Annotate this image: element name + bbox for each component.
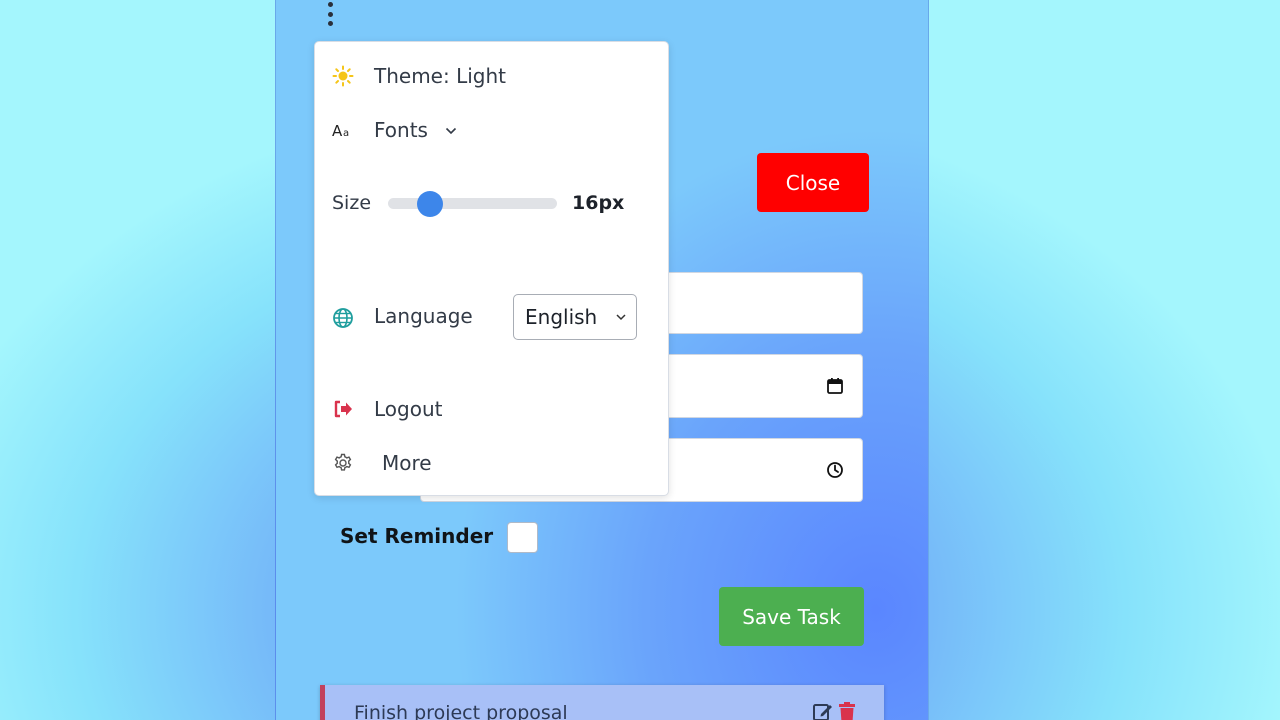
menu-item-more[interactable]: More: [315, 441, 668, 485]
menu-item-logout[interactable]: Logout: [315, 387, 668, 431]
font-size-slider-track[interactable]: [388, 198, 557, 209]
logout-icon: [334, 400, 352, 418]
chevron-down-icon: [616, 314, 626, 321]
menu-item-theme[interactable]: Theme: Light: [315, 54, 668, 98]
gear-icon: [334, 453, 352, 471]
edit-icon[interactable]: [812, 701, 834, 720]
menu-item-theme-label: Theme: Light: [374, 64, 506, 88]
globe-icon: [333, 308, 353, 328]
font-size-slider-thumb[interactable]: [417, 191, 444, 217]
task-title: Finish project proposal: [354, 702, 568, 720]
menu-item-language-label: Language: [374, 304, 473, 328]
trash-icon[interactable]: [836, 701, 858, 720]
calendar-icon[interactable]: [826, 377, 844, 395]
set-reminder-label: Set Reminder: [340, 524, 494, 548]
sun-icon: [332, 65, 354, 87]
save-task-button[interactable]: Save Task: [719, 587, 864, 646]
font-size-value: 16px: [572, 192, 625, 214]
menu-item-fonts[interactable]: A a Fonts: [315, 108, 668, 152]
task-item[interactable]: Finish project proposal: [320, 685, 884, 720]
font-size-icon: A a: [332, 122, 349, 140]
menu-item-fonts-label: Fonts: [374, 118, 428, 142]
svg-text:A: A: [332, 122, 343, 140]
settings-dropdown-menu: Theme: Light A a Fonts Size 16px Languag…: [314, 41, 669, 496]
language-select-value: English: [525, 305, 598, 329]
kebab-menu-icon[interactable]: [322, 2, 338, 26]
clock-icon[interactable]: [826, 461, 844, 479]
language-select[interactable]: English: [513, 294, 637, 340]
svg-text:a: a: [343, 128, 349, 139]
set-reminder-checkbox[interactable]: [507, 522, 538, 553]
chevron-down-icon[interactable]: [445, 125, 457, 137]
menu-item-logout-label: Logout: [374, 397, 443, 421]
menu-item-more-label: More: [382, 451, 432, 475]
close-button[interactable]: Close: [757, 153, 869, 212]
font-size-label: Size: [332, 192, 372, 214]
